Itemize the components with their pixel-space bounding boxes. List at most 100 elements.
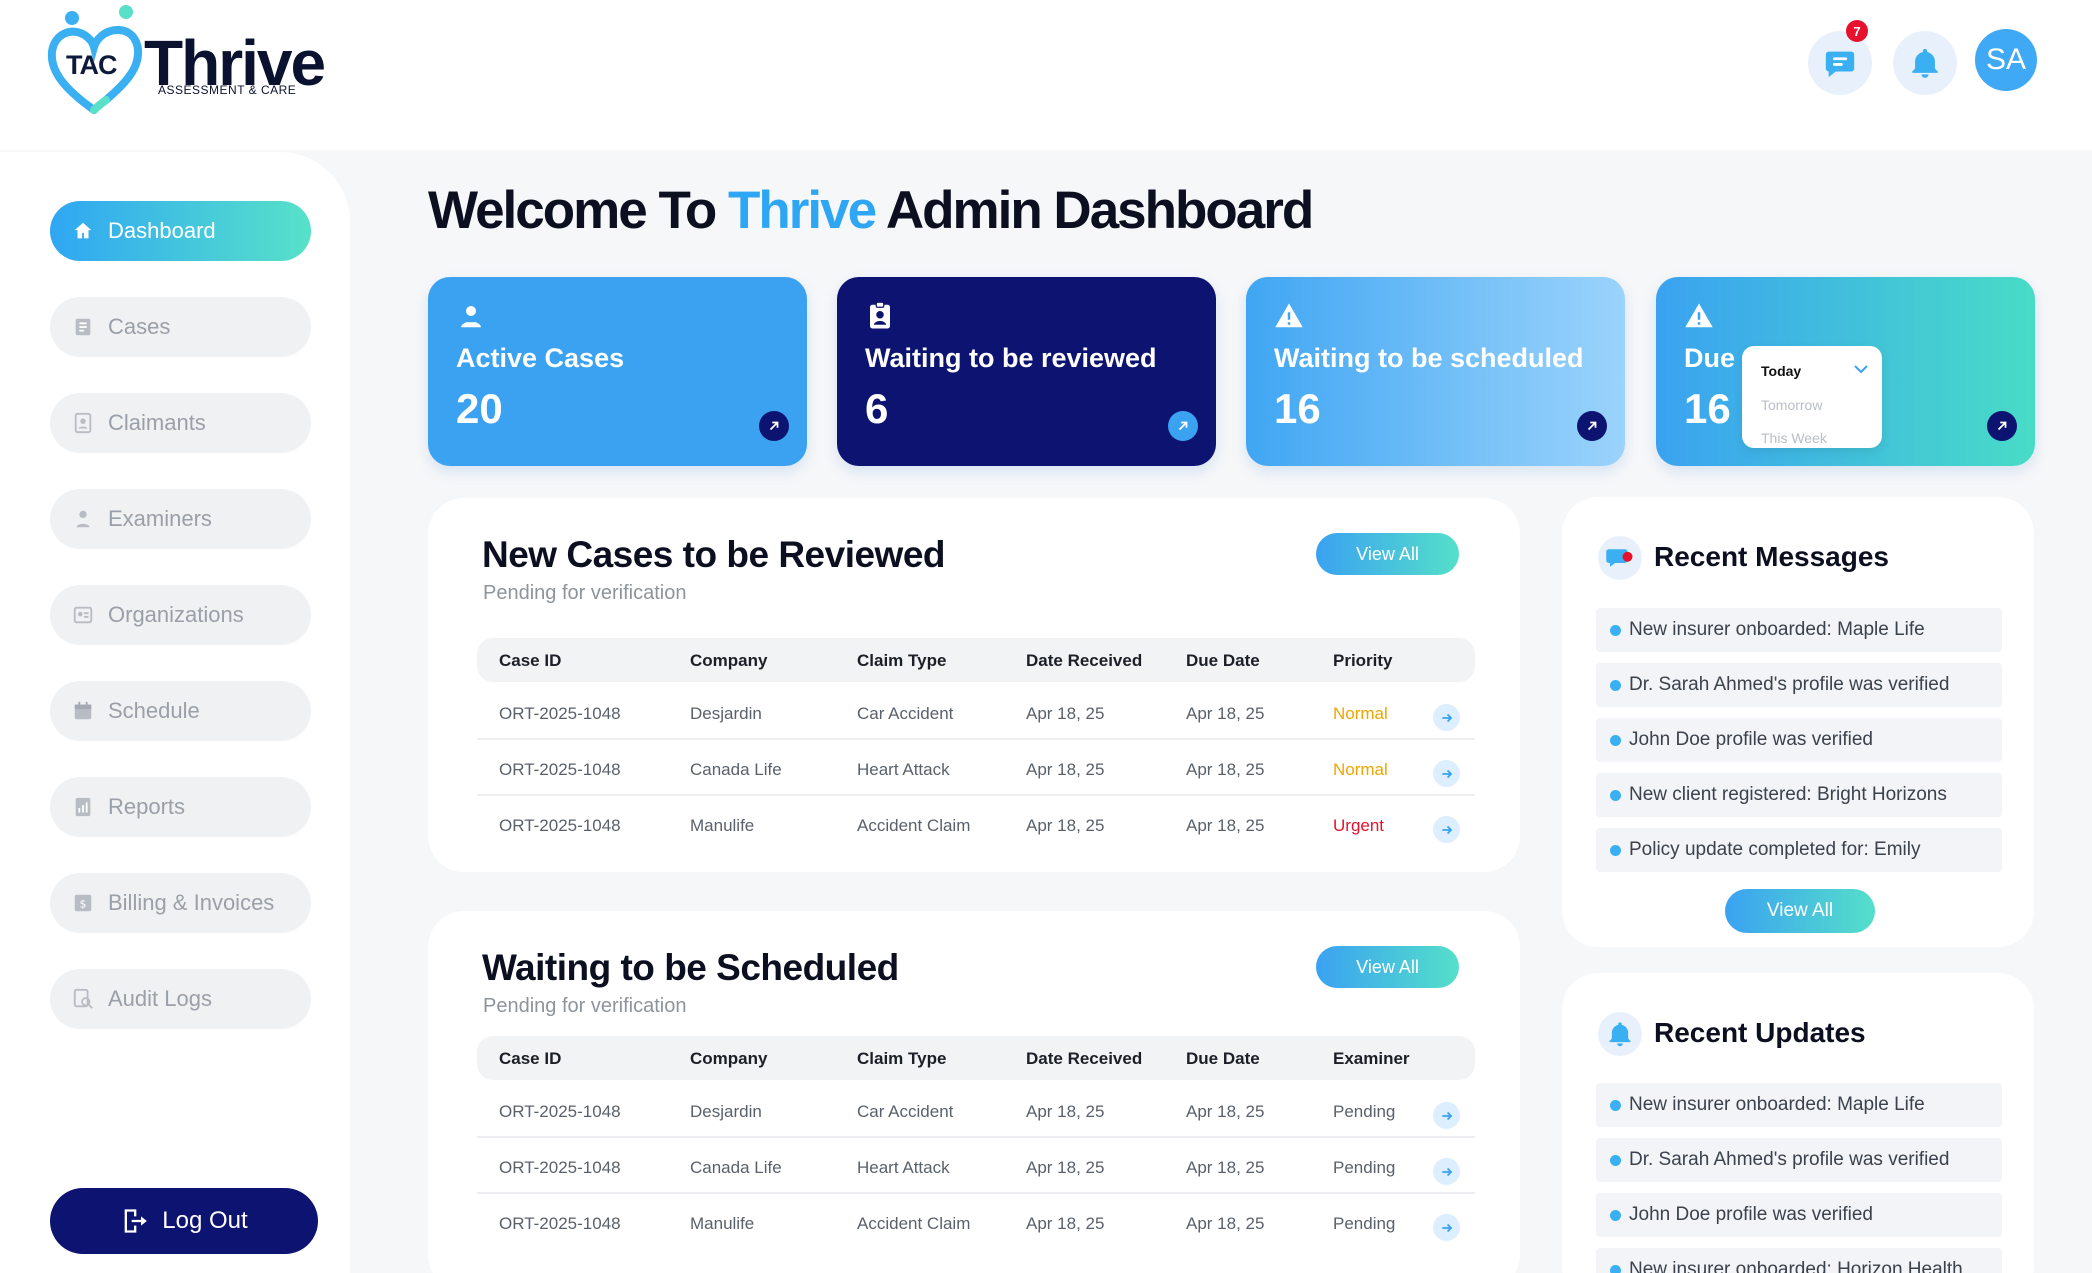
- stat-card-waiting-scheduled[interactable]: Waiting to be scheduled 16: [1246, 277, 1625, 466]
- brand-logo[interactable]: TAC Thrive ASSESSMENT & CARE: [46, 2, 326, 117]
- user-avatar[interactable]: SA: [1975, 29, 2037, 91]
- sidebar-item-label: Schedule: [108, 698, 200, 723]
- table-row[interactable]: ORT-2025-1048 Canada Life Heart Attack A…: [477, 740, 1475, 796]
- message-item[interactable]: John Doe profile was verified: [1596, 718, 2002, 762]
- column-header[interactable]: Examiner: [1333, 1049, 1410, 1069]
- dropdown-option-today[interactable]: Today: [1761, 363, 1801, 379]
- cell-case-id: ORT-2025-1048: [499, 1158, 621, 1177]
- cell-date-received: Apr 18, 25: [1026, 704, 1105, 723]
- arrow-up-right-icon[interactable]: [1987, 411, 2017, 441]
- cell-claim-type: Car Accident: [857, 1102, 954, 1121]
- bullet-dot: [1610, 789, 1621, 801]
- message-item[interactable]: New insurer onboarded: Maple Life: [1596, 608, 2002, 652]
- sidebar-item-organizations[interactable]: Organizations: [50, 585, 311, 645]
- page-title-accent: Thrive: [728, 181, 877, 240]
- cell-company: Manulife: [690, 816, 755, 835]
- logout-icon: [120, 1207, 148, 1235]
- table-row[interactable]: ORT-2025-1048 Manulife Accident Claim Ap…: [477, 796, 1475, 852]
- sidebar-item-reports[interactable]: Reports: [50, 777, 311, 837]
- cell-due-date: Apr 18, 25: [1186, 816, 1265, 835]
- dropdown-option-this-week[interactable]: This Week: [1761, 430, 1827, 446]
- panel-title: Recent Messages: [1654, 541, 1890, 572]
- cell-due-date: Apr 18, 25: [1186, 1158, 1265, 1177]
- table-row[interactable]: ORT-2025-1048 Desjardin Car Accident Apr…: [477, 684, 1475, 740]
- sidebar-item-cases[interactable]: Cases: [50, 297, 311, 357]
- arrow-right-icon[interactable]: [1433, 704, 1460, 731]
- cell-date-received: Apr 18, 25: [1026, 1102, 1105, 1121]
- logout-button[interactable]: Log Out: [50, 1188, 318, 1254]
- bullet-dot: [1610, 679, 1621, 691]
- sidebar-item-claimants[interactable]: Claimants: [50, 393, 311, 453]
- column-header[interactable]: Due Date: [1186, 651, 1260, 671]
- sidebar-item-schedule[interactable]: Schedule: [50, 681, 311, 741]
- arrow-right-icon[interactable]: [1433, 1158, 1460, 1185]
- update-item[interactable]: New insurer onboarded: Horizon Health: [1596, 1248, 2002, 1273]
- message-text: New insurer onboarded: Maple Life: [1629, 619, 1925, 640]
- recent-updates-panel: Recent Updates New insurer onboarded: Ma…: [1562, 973, 2034, 1273]
- message-item[interactable]: Policy update completed for: Emily: [1596, 828, 2002, 872]
- messages-button[interactable]: 7: [1808, 20, 1872, 95]
- arrow-right-icon[interactable]: [1433, 816, 1460, 843]
- arrow-up-right-icon[interactable]: [1577, 411, 1607, 441]
- sidebar-item-label: Billing & Invoices: [108, 890, 275, 915]
- user-icon: [461, 306, 481, 328]
- column-header[interactable]: Priority: [1333, 651, 1393, 671]
- warning-icon: [1685, 303, 1713, 328]
- table-row[interactable]: ORT-2025-1048 Manulife Accident Claim Ap…: [477, 1194, 1475, 1250]
- column-header[interactable]: Claim Type: [857, 1049, 946, 1069]
- arrow-right-icon[interactable]: [1433, 1102, 1460, 1129]
- sidebar-item-audit-logs[interactable]: Audit Logs: [50, 969, 311, 1029]
- examiners-icon: [72, 508, 94, 530]
- arrow-up-right-icon[interactable]: [1168, 411, 1198, 441]
- cell-case-id: ORT-2025-1048: [499, 1102, 621, 1121]
- chevron-down-icon: [1854, 365, 1868, 374]
- due-period-dropdown[interactable]: Today Tomorrow This Week: [1742, 346, 1882, 448]
- sidebar-item-examiners[interactable]: Examiners: [50, 489, 311, 549]
- sidebar-item-billing[interactable]: $ Billing & Invoices: [50, 873, 311, 933]
- column-header[interactable]: Date Received: [1026, 651, 1142, 671]
- arrow-up-right-icon[interactable]: [759, 411, 789, 441]
- column-header[interactable]: Date Received: [1026, 1049, 1142, 1069]
- table-row[interactable]: ORT-2025-1048 Canada Life Heart Attack A…: [477, 1138, 1475, 1194]
- update-item[interactable]: John Doe profile was verified: [1596, 1193, 2002, 1237]
- column-header[interactable]: Case ID: [499, 1049, 561, 1069]
- cell-priority: Urgent: [1333, 816, 1385, 835]
- cell-case-id: ORT-2025-1048: [499, 816, 621, 835]
- cell-case-id: ORT-2025-1048: [499, 1214, 621, 1233]
- sidebar-item-dashboard[interactable]: Dashboard: [50, 201, 311, 261]
- bullet-dot: [1610, 734, 1621, 746]
- message-item[interactable]: Dr. Sarah Ahmed's profile was verified: [1596, 663, 2002, 707]
- update-item[interactable]: Dr. Sarah Ahmed's profile was verified: [1596, 1138, 2002, 1182]
- view-all-button[interactable]: View All: [1316, 946, 1459, 988]
- panel-subtitle: Pending for verification: [483, 995, 687, 1017]
- column-header[interactable]: Claim Type: [857, 651, 946, 671]
- cell-company: Canada Life: [690, 760, 782, 779]
- column-header[interactable]: Due Date: [1186, 1049, 1260, 1069]
- view-all-messages-button[interactable]: View All: [1725, 889, 1875, 933]
- stat-card-active-cases[interactable]: Active Cases 20: [428, 277, 807, 466]
- arrow-right-icon[interactable]: [1433, 760, 1460, 787]
- update-text: New insurer onboarded: Horizon Health: [1629, 1259, 1963, 1273]
- table-body: ORT-2025-1048 Desjardin Car Accident Apr…: [428, 1082, 1520, 1252]
- cell-priority: Normal: [1333, 760, 1388, 779]
- column-header[interactable]: Case ID: [499, 651, 561, 671]
- update-item[interactable]: New insurer onboarded: Maple Life: [1596, 1083, 2002, 1127]
- stat-label: Waiting to be reviewed: [865, 343, 1157, 373]
- column-header[interactable]: Company: [690, 1049, 767, 1069]
- stat-card-due[interactable]: Due 16 Today Tomorrow This Week: [1656, 277, 2035, 466]
- notifications-button[interactable]: [1893, 31, 1957, 95]
- dropdown-option-tomorrow[interactable]: Tomorrow: [1761, 397, 1822, 413]
- warning-icon: [1275, 303, 1303, 328]
- stat-label: Waiting to be scheduled: [1274, 343, 1584, 373]
- cell-date-received: Apr 18, 25: [1026, 1214, 1105, 1233]
- message-item[interactable]: New client registered: Bright Horizons: [1596, 773, 2002, 817]
- svg-text:$: $: [80, 898, 87, 911]
- logo-tagline: ASSESSMENT & CARE: [158, 83, 297, 97]
- stat-card-waiting-review[interactable]: Waiting to be reviewed 6: [837, 277, 1216, 466]
- arrow-right-icon[interactable]: [1433, 1214, 1460, 1241]
- panel-title: New Cases to be Reviewed: [482, 534, 946, 575]
- sidebar-item-label: Examiners: [108, 506, 212, 531]
- view-all-button[interactable]: View All: [1316, 533, 1459, 575]
- column-header[interactable]: Company: [690, 651, 767, 671]
- table-row[interactable]: ORT-2025-1048 Desjardin Car Accident Apr…: [477, 1082, 1475, 1138]
